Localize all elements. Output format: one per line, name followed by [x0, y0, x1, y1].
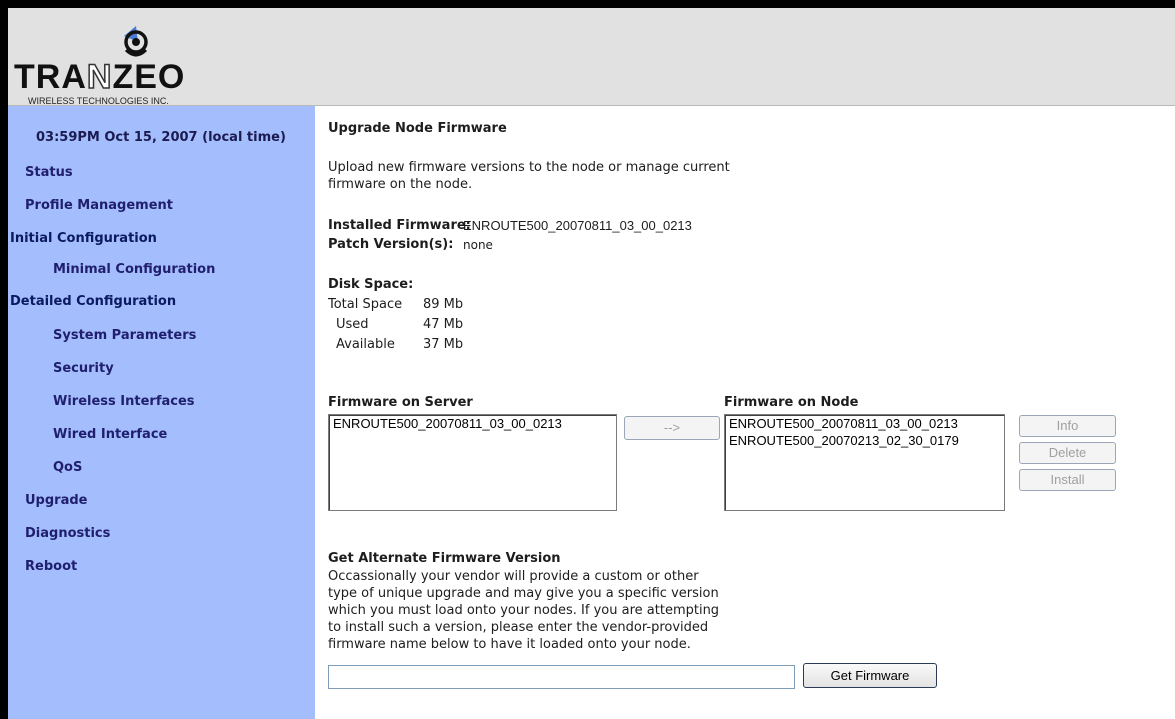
intro-line-2: firmware on the node. — [328, 177, 473, 192]
used-label: Used — [336, 317, 369, 332]
installed-value: ENROUTE500_20070811_03_00_0213 — [463, 218, 692, 233]
alt-line-5: firmware name below to have it loaded on… — [328, 637, 691, 652]
node-firmware-list[interactable]: ENROUTE500_20070811_03_00_0213 ENROUTE50… — [724, 414, 1005, 511]
logo-tagline: WIRELESS TECHNOLOGIES INC. — [28, 96, 169, 106]
server-firmware-item[interactable]: ENROUTE500_20070811_03_00_0213 — [329, 415, 616, 432]
patch-label: Patch Version(s): — [328, 237, 454, 252]
disk-space-title: Disk Space: — [328, 277, 414, 292]
clock-text: 03:59PM Oct 15, 2007 (local time) — [36, 130, 286, 145]
alt-line-1: Occassionally your vendor will provide a… — [328, 569, 699, 584]
get-firmware-button[interactable]: Get Firmware — [803, 663, 937, 688]
nav-qos[interactable]: QoS — [53, 460, 82, 475]
total-space-label: Total Space — [328, 297, 403, 312]
server-firmware-list[interactable]: ENROUTE500_20070811_03_00_0213 — [328, 414, 617, 511]
intro-line-1: Upload new firmware versions to the node… — [328, 160, 730, 175]
nav-wireless-interfaces[interactable]: Wireless Interfaces — [53, 394, 195, 409]
nav-initial-configuration[interactable]: Initial Configuration — [10, 231, 157, 246]
available-value: 37 Mb — [423, 337, 464, 352]
alt-firmware-title: Get Alternate Firmware Version — [328, 551, 561, 566]
available-label: Available — [336, 337, 395, 352]
alt-line-2: type of unique upgrade and may give you … — [328, 586, 719, 601]
installed-label: Installed Firmware: — [328, 218, 471, 233]
main-content: Upgrade Node Firmware Upload new firmwar… — [315, 106, 1175, 719]
nav-wired-interface[interactable]: Wired Interface — [53, 427, 167, 442]
tranzeo-logo: TRANZEO WIRELESS TECHNOLOGIES INC. — [14, 16, 264, 106]
alt-firmware-input[interactable] — [328, 665, 795, 689]
patch-value: none — [463, 238, 493, 252]
node-firmware-item-2[interactable]: ENROUTE500_20070213_02_30_0179 — [725, 432, 1004, 449]
nav-detailed-configuration[interactable]: Detailed Configuration — [10, 294, 176, 309]
delete-button[interactable]: Delete — [1019, 442, 1116, 464]
used-value: 47 Mb — [423, 317, 464, 332]
alt-line-3: which you must load onto your nodes. If … — [328, 603, 720, 618]
header-bar: TRANZEO WIRELESS TECHNOLOGIES INC. — [8, 8, 1175, 106]
nav-upgrade[interactable]: Upgrade — [25, 493, 87, 508]
alt-line-4: to install such a version, please enter … — [328, 620, 709, 635]
logo-text-1: TRA — [14, 58, 87, 96]
install-button[interactable]: Install — [1019, 469, 1116, 491]
nav-profile-management[interactable]: Profile Management — [25, 198, 173, 213]
node-firmware-item-1[interactable]: ENROUTE500_20070811_03_00_0213 — [725, 415, 1004, 432]
nav-minimal-configuration[interactable]: Minimal Configuration — [53, 262, 215, 277]
sidebar: 03:59PM Oct 15, 2007 (local time) Status… — [8, 106, 315, 719]
logo-text-3: ZEO — [112, 58, 186, 96]
transfer-button[interactable]: --> — [624, 416, 720, 440]
node-list-title: Firmware on Node — [724, 395, 859, 410]
page-title: Upgrade Node Firmware — [328, 121, 507, 136]
nav-system-parameters[interactable]: System Parameters — [53, 328, 196, 343]
nav-diagnostics[interactable]: Diagnostics — [25, 526, 110, 541]
logo-text-2: N — [86, 58, 113, 96]
nav-reboot[interactable]: Reboot — [25, 559, 77, 574]
server-list-title: Firmware on Server — [328, 395, 473, 410]
info-button[interactable]: Info — [1019, 415, 1116, 437]
nav-security[interactable]: Security — [53, 361, 114, 376]
total-space-value: 89 Mb — [423, 297, 464, 312]
nav-status[interactable]: Status — [25, 165, 73, 180]
